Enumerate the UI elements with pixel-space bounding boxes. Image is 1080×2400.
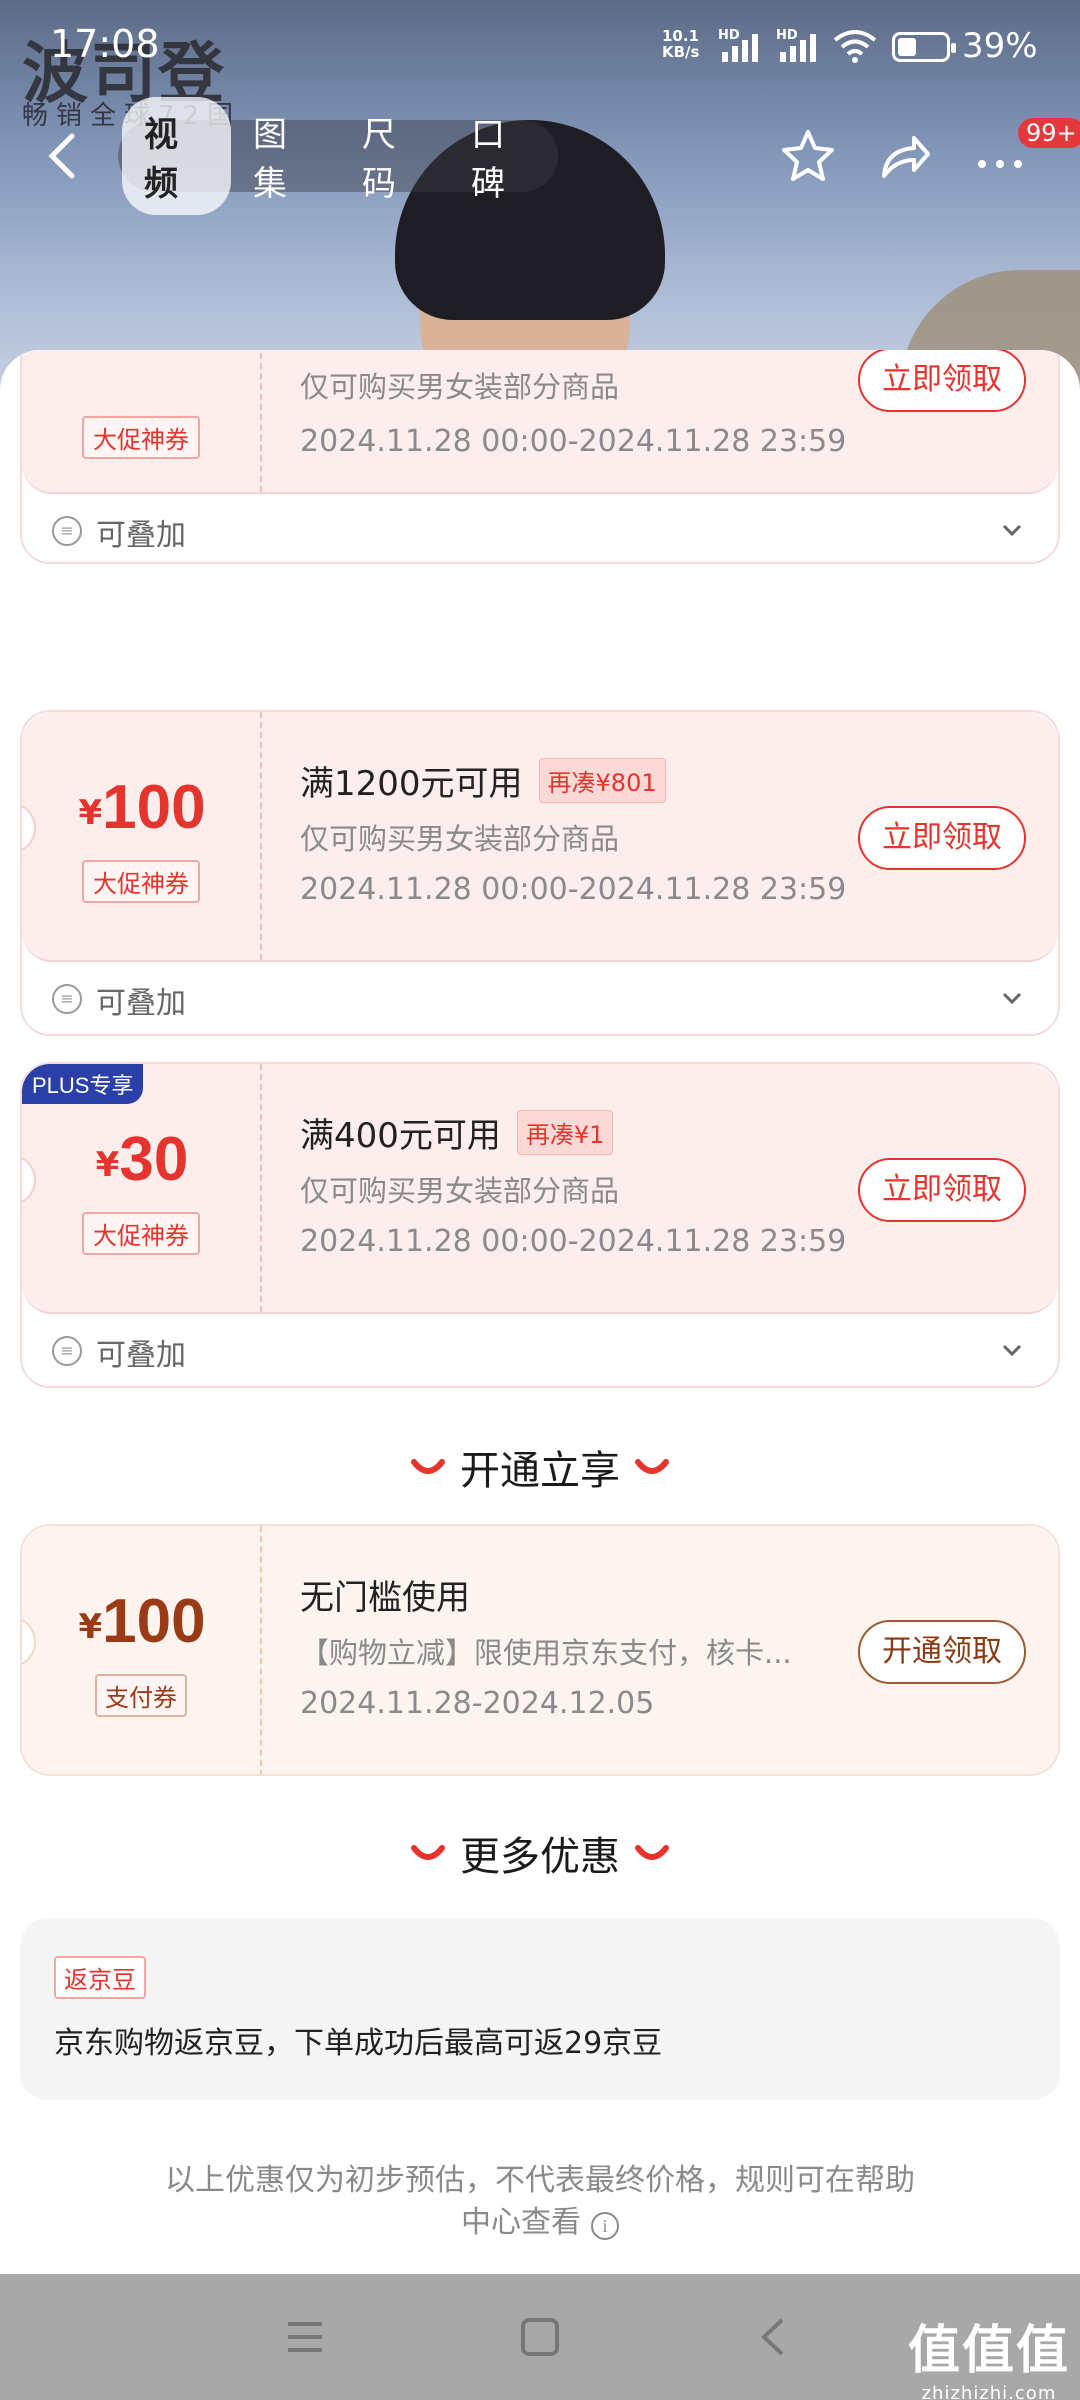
stackable-row[interactable]: ≡ 可叠加 <box>22 494 1058 562</box>
rebate-tag: 返京豆 <box>54 1956 146 1999</box>
coupon-threshold: 满1200元可用 再凑¥801 <box>300 756 666 805</box>
claim-button[interactable]: 立即领取 <box>858 350 1026 412</box>
coupon-type-tag: 大促神券 <box>82 1212 200 1255</box>
battery-percent: 39% <box>962 26 1038 66</box>
signal-icon-1 <box>722 30 758 62</box>
coupon-validity: 2024.11.28 00:00-2024.11.28 23:59 <box>300 872 847 907</box>
discount-sheet: 优惠 大促神券 仅可购买男女装部分商品 2024.11.28 00:00-202… <box>0 350 1080 2274</box>
coupon-validity: 2024.11.28 00:00-2024.11.28 23:59 <box>300 1224 847 1259</box>
coupon-type-tag: 大促神券 <box>82 860 200 903</box>
signal-icon-2 <box>780 30 816 62</box>
stack-icon: ≡ <box>52 516 82 546</box>
coupon-scope: 仅可购买男女装部分商品 <box>300 370 620 404</box>
coupon-scope: 仅可购买男女装部分商品 <box>300 822 620 856</box>
back-icon[interactable] <box>750 2312 800 2362</box>
coupon-scope: 仅可购买男女装部分商品 <box>300 1174 620 1208</box>
coupon-amount: ¥100 <box>78 1587 206 1656</box>
notification-badge: 99+ <box>1018 118 1080 148</box>
coupon-amount: ¥30 <box>95 1125 189 1194</box>
media-tabs: 视频 图集 尺码 口碑 <box>118 97 558 215</box>
section-title-open: 开通立享 <box>0 1438 1080 1496</box>
status-bar: 17:08 10.1 KB/s HD HD 39% <box>0 0 1080 96</box>
smile-left-icon <box>411 1459 445 1474</box>
chevron-down-icon <box>1002 1344 1022 1357</box>
claim-button[interactable]: 立即领取 <box>858 806 1026 870</box>
top-nav: 视频 图集 尺码 口碑 99+ <box>0 97 1080 215</box>
rebate-text: 京东购物返京豆，下单成功后最高可返29京豆 <box>54 2026 663 2061</box>
stack-icon: ≡ <box>52 984 82 1014</box>
menu-icon[interactable] <box>280 2312 330 2362</box>
wifi-icon <box>833 30 877 63</box>
plus-exclusive-badge: PLUS专享 <box>22 1064 144 1104</box>
smile-left-icon <box>411 1845 445 1860</box>
tab-gallery[interactable]: 图集 <box>231 97 340 215</box>
stackable-row[interactable]: ≡ 可叠加 <box>22 962 1058 1034</box>
info-icon[interactable]: i <box>591 2212 619 2240</box>
stack-icon: ≡ <box>52 1336 82 1366</box>
watermark-logo: 值值值 zhizhizhi.com <box>907 2321 1070 2400</box>
coupon-card: ¥100 大促神券 满1200元可用 再凑¥801 仅可购买男女装部分商品 202… <box>20 710 1060 1036</box>
section-title-more: 更多优惠 <box>0 1824 1080 1882</box>
favorite-star-icon[interactable] <box>778 126 838 186</box>
share-icon[interactable] <box>874 126 934 186</box>
coupon-validity: 2024.11.28 00:00-2024.11.28 23:59 <box>300 424 847 459</box>
smile-right-icon <box>635 1459 669 1474</box>
tab-reviews[interactable]: 口碑 <box>449 97 558 215</box>
claim-button[interactable]: 立即领取 <box>858 1158 1026 1222</box>
tab-size[interactable]: 尺码 <box>340 97 449 215</box>
net-speed: 10.1 KB/s <box>662 27 700 61</box>
jingdou-rebate-card: 返京豆 京东购物返京豆，下单成功后最高可返29京豆 <box>20 1918 1060 2100</box>
stackable-row[interactable]: ≡ 可叠加 <box>22 1314 1058 1386</box>
pay-coupon-card: ¥100 支付券 无门槛使用 【购物立减】限使用京东支付，核卡... 2024.… <box>20 1524 1060 1776</box>
top-up-hint: 再凑¥1 <box>516 1110 614 1155</box>
top-up-hint: 再凑¥801 <box>538 758 666 803</box>
chevron-down-icon <box>1002 992 1022 1005</box>
coupon-amount: ¥100 <box>78 773 206 842</box>
coupon-validity: 2024.11.28-2024.12.05 <box>300 1686 655 1721</box>
coupon-scope: 【购物立减】限使用京东支付，核卡... <box>300 1636 792 1670</box>
chevron-down-icon <box>1002 524 1022 537</box>
smile-right-icon <box>635 1845 669 1860</box>
activate-claim-button[interactable]: 开通领取 <box>858 1620 1026 1684</box>
coupon-type-tag: 大促神券 <box>82 416 200 459</box>
coupon-threshold: 满400元可用 再凑¥1 <box>300 1108 614 1157</box>
coupon-card: 大促神券 仅可购买男女装部分商品 2024.11.28 00:00-2024.1… <box>20 350 1060 564</box>
battery-icon <box>892 32 956 62</box>
coupon-threshold: 无门槛使用 <box>300 1578 470 1618</box>
coupon-type-tag: 支付券 <box>95 1674 187 1717</box>
status-time: 17:08 <box>50 22 160 66</box>
back-arrow-icon[interactable] <box>40 128 90 184</box>
coupon-card: ¥30 大促神券 PLUS专享 满400元可用 再凑¥1 仅可购买男女装部分商品 … <box>20 1062 1060 1388</box>
tab-video[interactable]: 视频 <box>122 97 231 215</box>
disclaimer: 以上优惠仅为初步预估，不代表最终价格，规则可在帮助 中心查看 i <box>165 2163 915 2240</box>
home-icon[interactable] <box>515 2312 565 2362</box>
